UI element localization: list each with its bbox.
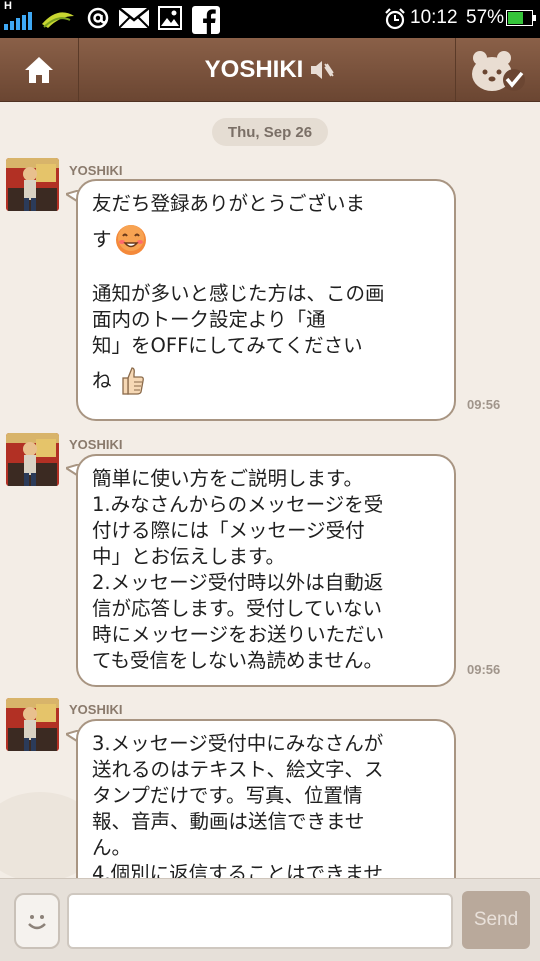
avatar[interactable] <box>6 433 59 486</box>
emoji-button[interactable] <box>14 893 60 949</box>
message-line: 報、音声、動画は送信できませ <box>92 810 365 833</box>
message-line: ても受信をしない為読めません。 <box>92 649 383 672</box>
message-line: 面内のトーク設定より「通 <box>92 308 326 331</box>
avatar[interactable] <box>6 698 59 751</box>
message-line: 送れるのはテキスト、絵文字、ス <box>92 758 384 781</box>
message-line: 時にメッセージをお送りいただい <box>92 623 385 646</box>
avatar-photo <box>6 158 59 211</box>
avatar[interactable] <box>6 158 59 211</box>
sender-name: YOSHIKI <box>69 702 123 717</box>
chat-title-area: YOSHIKI <box>150 38 390 101</box>
avatar-photo <box>6 698 59 751</box>
facebook-icon <box>192 6 220 34</box>
friend-menu-button[interactable] <box>455 38 540 101</box>
home-icon <box>25 56 53 83</box>
message-line: 3.メッセージ受付中にみなさんが <box>92 732 384 755</box>
message-input-bar: Send <box>0 878 540 961</box>
send-button[interactable]: Send <box>462 891 530 949</box>
message-bubble[interactable]: 簡単に使い方をご説明します。 1.みなさんからのメッセージを受 付ける際には「メ… <box>76 454 456 687</box>
message-line: ん。 <box>92 836 132 859</box>
mail-icon <box>118 7 150 29</box>
message-line: 1.みなさんからのメッセージを受 <box>92 493 384 516</box>
alarm-icon <box>385 8 405 30</box>
avatar-photo <box>6 433 59 486</box>
message-input[interactable] <box>67 893 453 949</box>
clock-time: 10:12 <box>410 7 458 28</box>
message-bubble[interactable]: 3.メッセージ受付中にみなさんが 送れるのはテキスト、絵文字、ス タンプだけです… <box>76 719 456 878</box>
status-bar: H 10:12 57% <box>0 0 540 38</box>
message-line: 信が応答します。受付していない <box>92 597 382 620</box>
home-button[interactable] <box>0 38 79 101</box>
battery-percent: 57% <box>466 7 505 28</box>
smiley-face-icon <box>28 915 46 930</box>
bear-check-icon <box>472 50 525 91</box>
message-bubble[interactable]: 友だち登録ありがとうございま す 通知が多いと感じた方は、この画 面内のトーク設… <box>76 179 456 421</box>
sender-name: YOSHIKI <box>69 437 123 452</box>
message-time: 09:56 <box>467 662 501 677</box>
message-line: 通知が多いと感じた方は、この画 <box>92 282 385 305</box>
message-line: す <box>92 228 112 251</box>
message-line: 4.個別に返信することはできませ <box>92 862 384 878</box>
message-line: タンプだけです。写真、位置情 <box>92 784 363 807</box>
chat-area[interactable]: Thu, Sep 26 YOSHIKI 友だち登録ありがとうございま す 通知が… <box>0 102 540 878</box>
message-line: 知」をOFFにしてみてください <box>92 334 363 357</box>
battery-icon <box>506 10 536 26</box>
smiling-face-emoji <box>115 225 146 255</box>
image-icon <box>158 6 182 30</box>
network-type: H <box>4 0 12 12</box>
message-line: 簡単に使い方をご説明します。 <box>92 467 364 490</box>
message-line: 友だち登録ありがとうございま <box>92 192 366 215</box>
message-line: ね <box>92 369 112 392</box>
signal-icon <box>4 12 32 30</box>
message-time: 09:56 <box>467 397 501 412</box>
message-line: 中」とお伝えします。 <box>92 545 286 568</box>
at-sign-icon <box>87 7 109 29</box>
carrier-leaf-icon <box>42 12 74 28</box>
message-line <box>92 257 442 281</box>
chat-header: YOSHIKI <box>0 38 540 102</box>
speaker-muted-icon <box>311 60 335 79</box>
message-line: 2.メッセージ受付時以外は自動返 <box>92 571 384 594</box>
sender-name: YOSHIKI <box>69 163 123 178</box>
chat-title: YOSHIKI <box>204 55 304 83</box>
thumbs-up-emoji <box>121 367 144 395</box>
message-line: 付ける際には「メッセージ受付 <box>92 519 365 542</box>
date-separator: Thu, Sep 26 <box>212 118 328 146</box>
